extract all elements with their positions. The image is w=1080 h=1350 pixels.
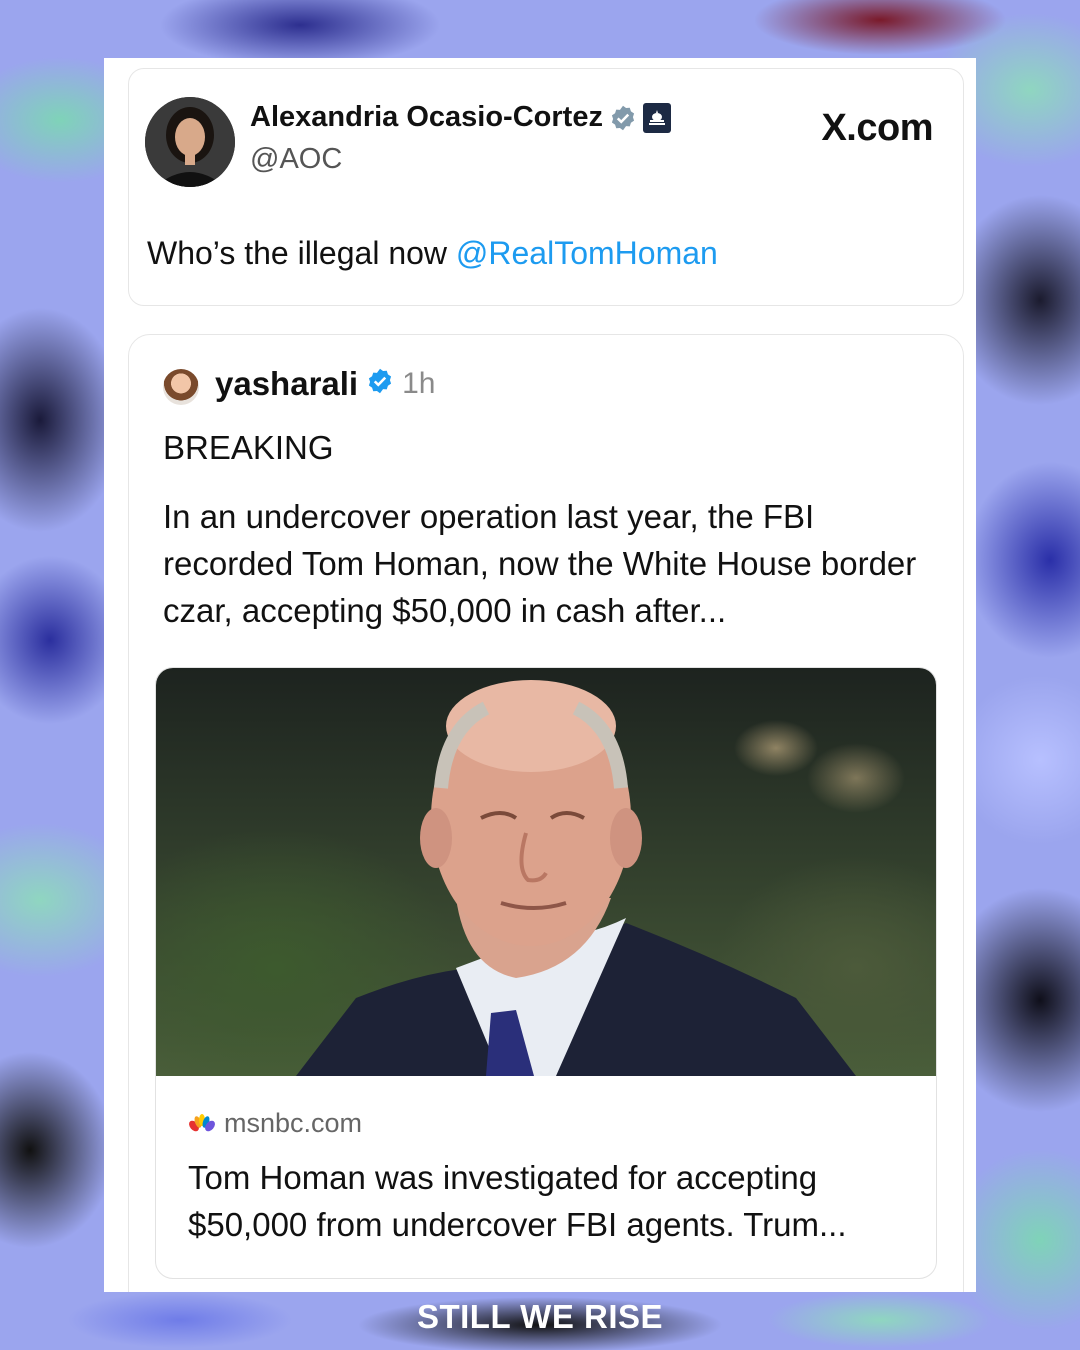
main-tweet[interactable]: Alexandria Ocasio-Cortez @AOC X.com Who’… [128, 68, 964, 306]
tweet-text: Who’s the illegal now @RealTomHoman [147, 235, 718, 272]
site-label: X.com [821, 107, 933, 149]
link-domain[interactable]: msnbc.com [188, 1108, 362, 1139]
author-name-text[interactable]: Alexandria Ocasio-Cortez [250, 101, 603, 134]
avatar[interactable] [145, 97, 235, 187]
quoted-author-name[interactable]: yasharali [215, 365, 358, 403]
link-domain-text[interactable]: msnbc.com [224, 1108, 362, 1139]
mention-link[interactable]: @RealTomHoman [456, 235, 718, 271]
blue-verified-icon [366, 365, 394, 403]
nbc-peacock-icon [188, 1108, 216, 1139]
capitol-badge-icon [642, 102, 671, 133]
brand-footer: STILL WE RISE [416, 1298, 664, 1335]
author-name[interactable]: Alexandria Ocasio-Cortez [250, 101, 671, 134]
breaking-label: BREAKING [163, 429, 334, 466]
handle[interactable]: @AOC [250, 143, 342, 176]
quoted-post[interactable]: yasharali 1h BREAKING In an undercover o… [128, 334, 964, 1292]
link-preview-card[interactable]: msnbc.com Tom Homan was investigated for… [155, 667, 937, 1279]
article-photo[interactable] [156, 668, 936, 1076]
quoted-body: In an undercover operation last year, th… [163, 498, 917, 629]
quoted-author[interactable]: yasharali 1h [215, 365, 435, 403]
gray-verified-icon [609, 104, 637, 132]
quoted-avatar[interactable] [163, 369, 199, 405]
post-time: 1h [402, 367, 436, 400]
tweet-text-body: Who’s the illegal now [147, 235, 456, 271]
screenshot-card: Alexandria Ocasio-Cortez @AOC X.com Who’… [104, 58, 976, 1292]
link-title[interactable]: Tom Homan was investigated for accepting… [188, 1154, 918, 1248]
